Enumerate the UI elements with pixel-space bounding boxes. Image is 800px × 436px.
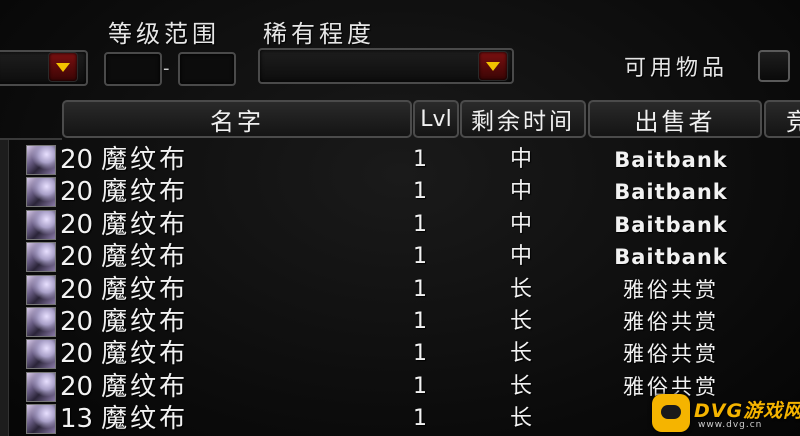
- runecloth-icon[interactable]: [26, 242, 56, 273]
- item-name: 20 魔纹布: [60, 144, 188, 176]
- column-header-time-left[interactable]: 剩余时间: [460, 100, 586, 138]
- item-title: 魔纹布: [101, 339, 189, 370]
- item-title: 魔纹布: [101, 371, 189, 402]
- item-level: 1: [413, 373, 427, 399]
- runecloth-icon[interactable]: [26, 371, 56, 402]
- item-quantity: 20: [60, 371, 94, 402]
- runecloth-icon[interactable]: [26, 177, 56, 208]
- runecloth-icon[interactable]: [26, 339, 56, 370]
- table-row[interactable]: 20 魔纹布 1 长 雅俗共赏: [26, 338, 786, 370]
- level-range-label: 等级范围: [108, 20, 220, 48]
- item-title: 魔纹布: [101, 404, 189, 435]
- auction-house-browse-panel: 等级范围 - 稀有程度 可用物品 名字 Lvl 剩余时间 出售者 竞 20魔纹布…: [0, 0, 800, 436]
- item-title: 魔纹布: [101, 177, 189, 208]
- item-name: 20 魔纹布: [60, 371, 188, 403]
- table-row[interactable]: 20 魔纹布 1 中 Baitbank: [26, 241, 786, 273]
- seller-name: Baitbank: [614, 245, 728, 270]
- item-level: 1: [413, 341, 427, 367]
- runecloth-icon[interactable]: [26, 209, 56, 240]
- item-level: 1: [413, 244, 427, 270]
- table-row[interactable]: 20 魔纹布 1 中 Baitbank: [26, 176, 786, 208]
- rarity-label: 稀有程度: [263, 20, 375, 48]
- level-range-separator: -: [163, 58, 170, 79]
- item-name: 20 魔纹布: [60, 338, 188, 370]
- item-quantity: 20: [60, 145, 94, 175]
- item-name: 20 魔纹布: [60, 241, 188, 273]
- runecloth-icon[interactable]: [26, 404, 56, 435]
- item-name: 13 魔纹布: [60, 403, 188, 435]
- item-name: 20 魔纹布: [60, 176, 188, 208]
- seller-name: 雅俗共赏: [623, 277, 719, 302]
- gamepad-logo-icon: [652, 394, 690, 432]
- site-watermark: DVG游戏网 www.dvg.cn: [652, 390, 800, 436]
- item-quantity: 20: [60, 274, 94, 305]
- watermark-url: www.dvg.cn: [698, 420, 763, 430]
- item-name: 20 魔纹布: [60, 306, 188, 338]
- seller-name: 雅俗共赏: [623, 342, 719, 367]
- time-left: 长: [509, 341, 532, 367]
- seller-name: Baitbank: [614, 148, 728, 172]
- item-quantity: 20: [60, 307, 94, 337]
- item-title: 魔纹布: [101, 145, 189, 175]
- item-level: 1: [413, 147, 427, 172]
- table-row[interactable]: 20 魔纹布 1 中 Baitbank: [26, 144, 786, 176]
- time-left: 长: [509, 373, 532, 399]
- item-level: 1: [413, 276, 427, 302]
- item-level: 1: [413, 406, 427, 432]
- usable-items-checkbox[interactable]: [758, 50, 790, 82]
- time-left: 长: [509, 309, 532, 334]
- list-left-border: [0, 140, 9, 436]
- item-title: 魔纹布: [101, 307, 189, 337]
- table-row[interactable]: 20 魔纹布 1 长 雅俗共赏: [26, 274, 786, 306]
- category-dropdown[interactable]: [0, 50, 88, 86]
- column-header-lvl[interactable]: Lvl: [413, 100, 459, 138]
- min-level-input[interactable]: [104, 52, 162, 86]
- item-name: 20 魔纹布: [60, 274, 188, 306]
- chevron-down-icon[interactable]: [48, 52, 78, 82]
- item-quantity: 20: [60, 242, 94, 273]
- item-quantity: 20: [60, 209, 94, 240]
- column-header-seller[interactable]: 出售者: [588, 100, 762, 138]
- item-title: 魔纹布: [101, 209, 189, 240]
- runecloth-icon[interactable]: [26, 274, 56, 305]
- chevron-down-icon[interactable]: [478, 51, 508, 81]
- item-level: 1: [413, 211, 427, 237]
- rarity-dropdown[interactable]: [258, 48, 514, 84]
- header-spacer: [0, 100, 62, 140]
- time-left: 中: [509, 244, 532, 270]
- max-level-input[interactable]: [178, 52, 236, 86]
- table-row[interactable]: 20 魔纹布 1 长 雅俗共赏: [26, 306, 786, 338]
- seller-name: 雅俗共赏: [623, 310, 719, 334]
- column-header-bid[interactable]: 竞: [764, 100, 800, 138]
- time-left: 中: [509, 211, 532, 237]
- usable-items-label: 可用物品: [624, 56, 729, 81]
- column-header-name[interactable]: 名字: [62, 100, 412, 138]
- watermark-brand: DVG游戏网: [694, 400, 800, 422]
- seller-name: Baitbank: [614, 212, 728, 237]
- item-quantity: 20: [60, 339, 94, 370]
- item-title: 魔纹布: [101, 274, 189, 305]
- item-quantity: 20: [60, 177, 94, 208]
- item-name: 20 魔纹布: [60, 209, 188, 241]
- time-left: 长: [509, 276, 532, 302]
- runecloth-icon[interactable]: [26, 307, 56, 337]
- time-left: 中: [509, 179, 532, 205]
- time-left: 中: [509, 147, 532, 172]
- item-quantity: 13: [60, 404, 94, 435]
- item-title: 魔纹布: [101, 242, 189, 273]
- item-level: 1: [413, 309, 427, 334]
- time-left: 长: [509, 406, 532, 432]
- seller-name: Baitbank: [614, 180, 728, 205]
- runecloth-icon[interactable]: [26, 145, 56, 175]
- item-level: 1: [413, 179, 427, 205]
- table-row[interactable]: 20 魔纹布 1 中 Baitbank: [26, 209, 786, 241]
